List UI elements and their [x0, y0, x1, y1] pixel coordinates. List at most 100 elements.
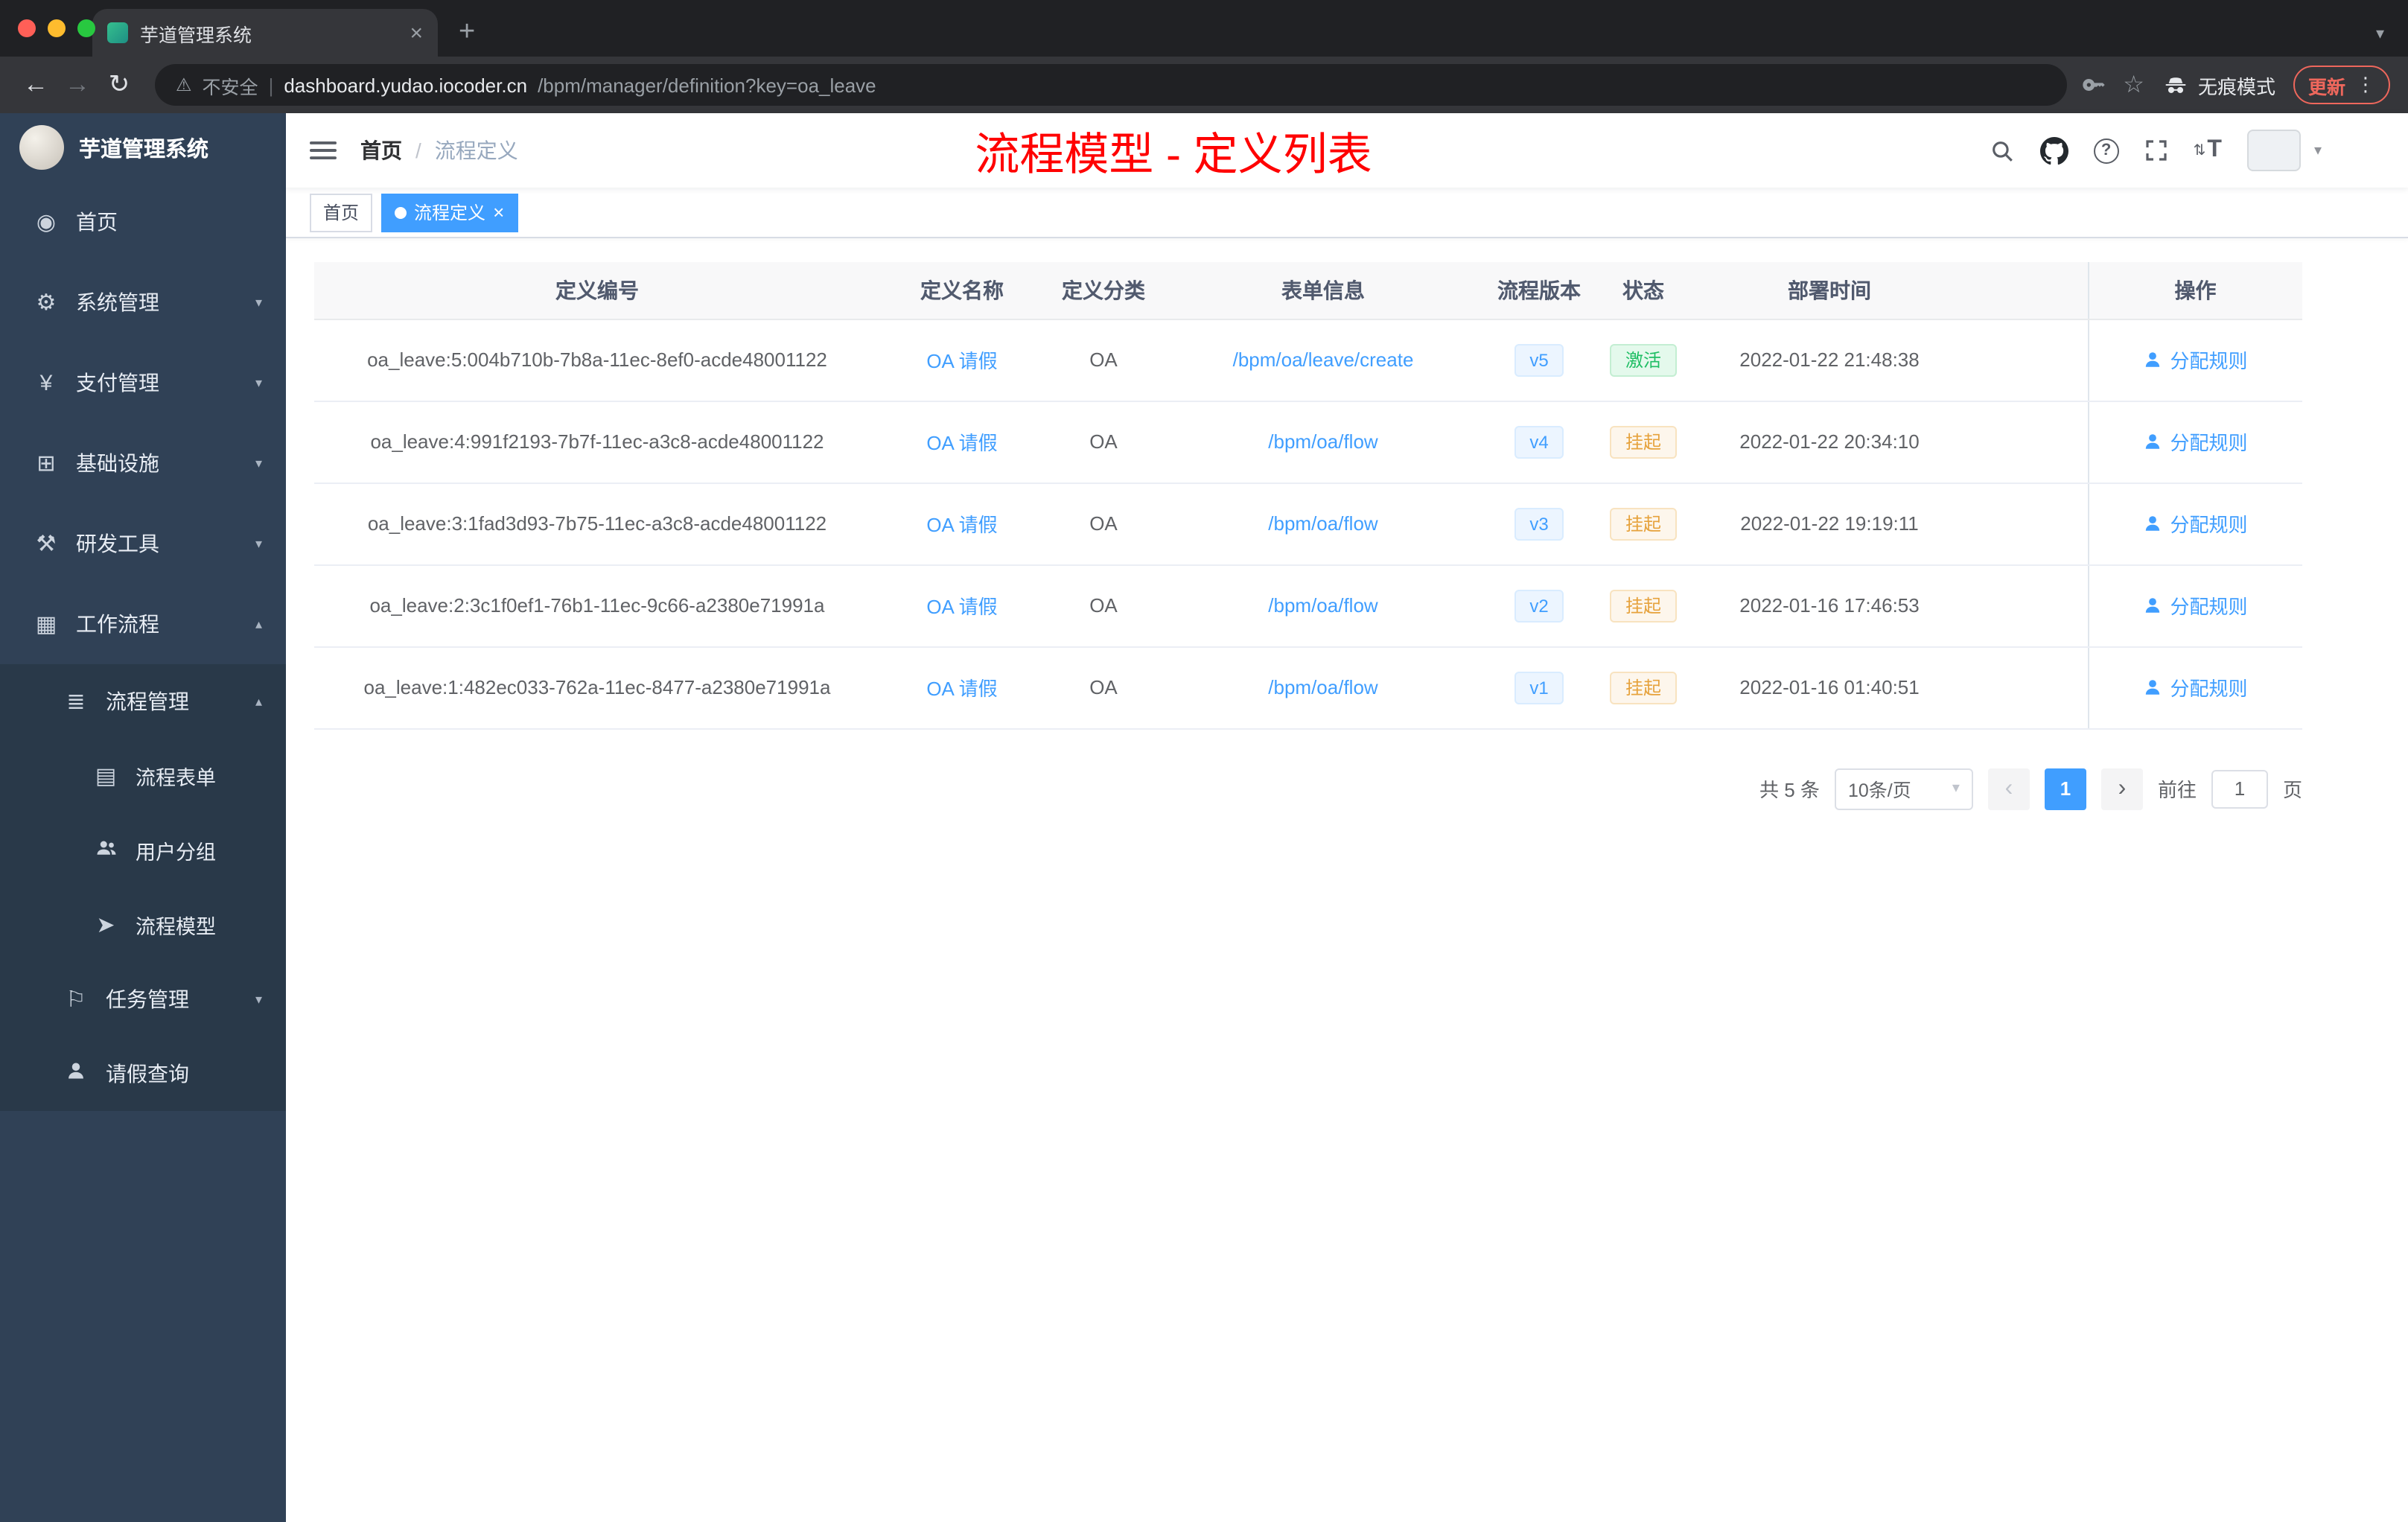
form-info-link[interactable]: /bpm/oa/flow	[1268, 430, 1377, 453]
definition-name-link[interactable]: OA 请假	[926, 350, 997, 372]
font-size-icon[interactable]: ⇅ T	[2194, 137, 2222, 164]
sidebar-item-payment-management[interactable]: ¥ 支付管理 ▾	[0, 343, 286, 423]
definition-id: oa_leave:5:004b710b-7b8a-11ec-8ef0-acde4…	[314, 319, 880, 401]
sidebar-item-user-group[interactable]: 用户分组	[0, 813, 286, 888]
pagination: 共 5 条 10条/页 ▾ ‹ 1 › 前往 页	[314, 768, 2302, 809]
current-page-button[interactable]: 1	[2044, 768, 2086, 809]
sidebar-item-process-model[interactable]: ➤ 流程模型	[0, 888, 286, 962]
browser-menu-icon[interactable]: ⋮	[2356, 73, 2375, 97]
github-icon[interactable]	[2039, 136, 2068, 165]
col-form-info: 表单信息	[1163, 262, 1483, 319]
assign-rule-button[interactable]: 分配规则	[2143, 591, 2248, 620]
pagination-total: 共 5 条	[1759, 779, 1820, 801]
tag-process-definition[interactable]: 流程定义 ×	[381, 193, 518, 232]
user-group-icon	[92, 836, 119, 865]
table-row: oa_leave:4:991f2193-7b7f-11ec-a3c8-acde4…	[314, 401, 2302, 483]
brand-title: 芋道管理系统	[79, 138, 208, 162]
spacer-cell	[1967, 564, 2088, 647]
col-definition-name: 定义名称	[880, 262, 1044, 319]
security-label[interactable]: 不安全	[203, 71, 258, 99]
reload-button[interactable]: ↻	[98, 70, 140, 100]
definition-category: OA	[1044, 564, 1163, 647]
user-icon	[2146, 352, 2160, 367]
browser-tab[interactable]: 芋道管理系统 ×	[92, 9, 438, 57]
page-size-select[interactable]: 10条/页 ▾	[1834, 768, 1973, 809]
prev-page-button[interactable]: ‹	[1987, 768, 2030, 809]
avatar[interactable]	[2246, 130, 2301, 171]
browser-toolbar: ← → ↻ ⚠ 不安全 | dashboard.yudao.iocoder.cn…	[0, 57, 2408, 113]
status-badge: 挂起	[1610, 671, 1676, 704]
status-badge: 挂起	[1610, 507, 1676, 540]
sidebar-item-infrastructure[interactable]: ⊞ 基础设施 ▾	[0, 423, 286, 503]
sidebar: 芋道管理系统 ◉ 首页 ⚙ 系统管理 ▾ ¥ 支付管理 ▾ ⊞ 基础设施 ▾ ⚒…	[0, 113, 286, 1522]
chevron-down-icon: ▾	[255, 455, 262, 470]
chevron-up-icon: ▴	[255, 616, 262, 631]
close-window-button[interactable]	[18, 19, 36, 37]
breadcrumb-home[interactable]: 首页	[360, 136, 402, 165]
address-bar[interactable]: ⚠ 不安全 | dashboard.yudao.iocoder.cn/bpm/m…	[155, 64, 2067, 106]
col-status: 状态	[1595, 262, 1692, 319]
sidebar-item-process-management[interactable]: ≣ 流程管理 ▴	[0, 664, 286, 739]
tag-close-icon[interactable]: ×	[493, 203, 504, 222]
col-definition-category: 定义分类	[1044, 262, 1163, 319]
user-icon	[2146, 680, 2160, 695]
definition-table: 定义编号 定义名称 定义分类 表单信息 流程版本 状态 部署时间 操作 oa_l…	[314, 262, 2302, 729]
tab-close-icon[interactable]: ×	[410, 22, 423, 44]
help-icon[interactable]: ?	[2093, 138, 2119, 163]
sidebar-item-leave-query[interactable]: 请假查询	[0, 1037, 286, 1111]
assign-rule-button[interactable]: 分配规则	[2143, 346, 2248, 374]
dashboard-icon: ◉	[36, 210, 57, 235]
avatar-caret-icon[interactable]: ▾	[2314, 142, 2322, 159]
chevron-down-icon: ▾	[1952, 780, 1960, 797]
chevron-down-icon: ▾	[255, 535, 262, 550]
col-deploy-time: 部署时间	[1692, 262, 1967, 319]
minimize-window-button[interactable]	[48, 19, 66, 37]
password-key-icon[interactable]	[2081, 73, 2105, 97]
hamburger-icon[interactable]	[310, 137, 337, 164]
form-info-link[interactable]: /bpm/oa/flow	[1268, 676, 1377, 698]
chevron-down-icon: ▾	[255, 294, 262, 309]
sidebar-item-system-management[interactable]: ⚙ 系统管理 ▾	[0, 262, 286, 343]
zoom-window-button[interactable]	[77, 19, 95, 37]
chevron-down-icon: ▾	[255, 991, 262, 1006]
sidebar-item-workflow[interactable]: ▦ 工作流程 ▴	[0, 584, 286, 664]
search-icon[interactable]	[1990, 138, 2015, 163]
sidebar-item-process-form[interactable]: ▤ 流程表单	[0, 739, 286, 813]
new-tab-button[interactable]: +	[459, 18, 475, 46]
brand[interactable]: 芋道管理系统	[0, 113, 286, 182]
spacer-cell	[1967, 401, 2088, 483]
back-button[interactable]: ←	[15, 70, 57, 100]
deploy-time: 2022-01-16 17:46:53	[1692, 564, 1967, 647]
sidebar-item-dev-tools[interactable]: ⚒ 研发工具 ▾	[0, 503, 286, 584]
definition-name-link[interactable]: OA 请假	[926, 514, 997, 536]
user-icon	[2146, 598, 2160, 613]
form-info-link[interactable]: /bpm/oa/leave/create	[1233, 348, 1414, 371]
next-page-button[interactable]: ›	[2100, 768, 2143, 809]
goto-page-input[interactable]	[2211, 769, 2268, 808]
status-badge: 挂起	[1610, 589, 1676, 622]
browser-update-button[interactable]: 更新 ⋮	[2293, 66, 2390, 104]
sidebar-item-task-management[interactable]: ⚐ 任务管理 ▾	[0, 962, 286, 1037]
tab-search-icon[interactable]: ▾	[2376, 24, 2384, 43]
forward-button[interactable]: →	[57, 70, 98, 100]
assign-rule-button[interactable]: 分配规则	[2143, 427, 2248, 456]
tag-home[interactable]: 首页	[310, 193, 373, 232]
status-badge: 挂起	[1610, 425, 1676, 458]
assign-rule-button[interactable]: 分配规则	[2143, 509, 2248, 538]
url-path: /bpm/manager/definition?key=oa_leave	[538, 74, 876, 96]
definition-name-link[interactable]: OA 请假	[926, 596, 997, 618]
version-badge: v4	[1514, 425, 1564, 458]
navbar-actions: ? ⇅ T ▾	[1990, 130, 2322, 171]
sidebar-item-home[interactable]: ◉ 首页	[0, 182, 286, 262]
definition-category: OA	[1044, 401, 1163, 483]
form-info-link[interactable]: /bpm/oa/flow	[1268, 512, 1377, 535]
incognito-icon	[2165, 77, 2186, 93]
col-operation: 操作	[2087, 262, 2302, 319]
assign-rule-button[interactable]: 分配规则	[2143, 673, 2248, 701]
fullscreen-icon[interactable]	[2144, 138, 2168, 162]
bookmark-star-icon[interactable]: ☆	[2123, 70, 2144, 100]
definition-name-link[interactable]: OA 请假	[926, 678, 997, 700]
version-badge: v2	[1514, 589, 1564, 622]
form-info-link[interactable]: /bpm/oa/flow	[1268, 594, 1377, 617]
definition-name-link[interactable]: OA 请假	[926, 432, 997, 454]
